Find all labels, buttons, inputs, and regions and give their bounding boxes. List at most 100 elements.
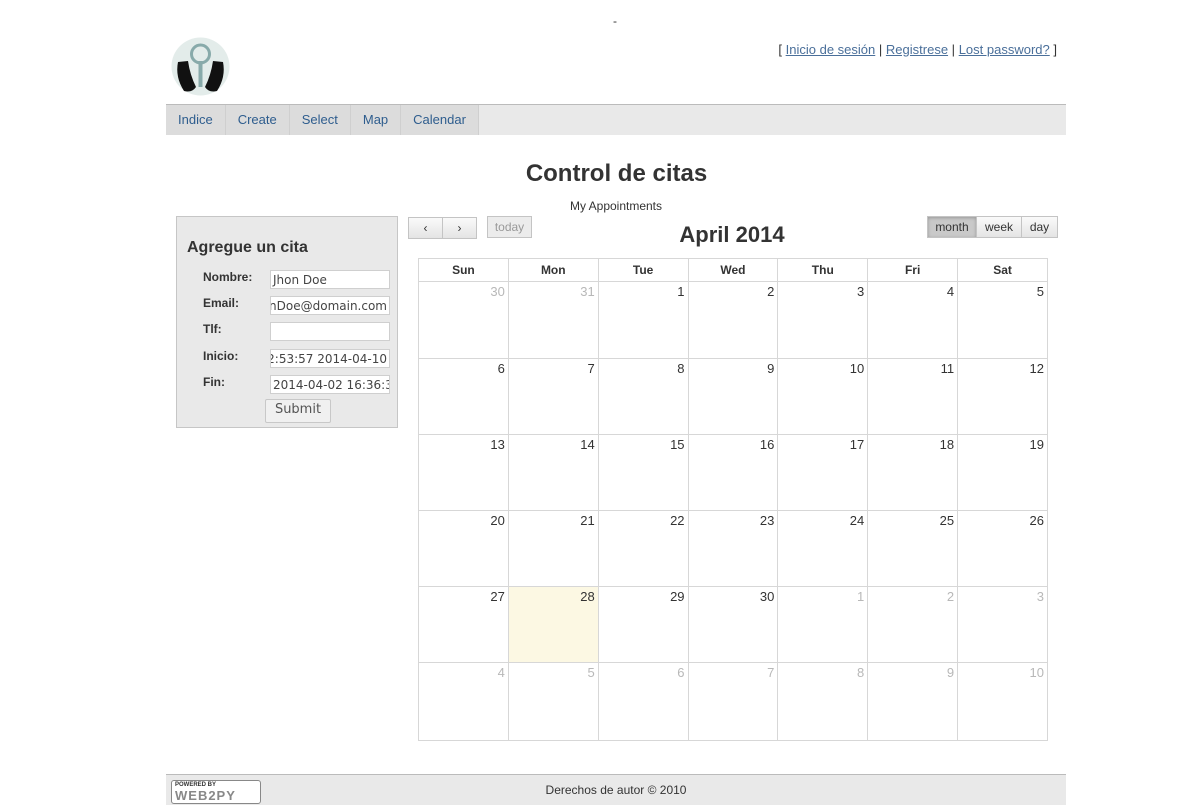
page-title: Control de citas <box>525 160 708 187</box>
calendar-day-cell[interactable]: 30 <box>418 281 509 359</box>
calendar-week-row: 27 28 29 30 1 2 3 <box>418 586 1048 663</box>
calendar-day-cell[interactable]: 27 <box>418 586 509 663</box>
calendar-day-cell[interactable]: 3 <box>777 281 869 359</box>
nombre-label: Nombre: <box>203 270 253 284</box>
calendar-day-cell[interactable]: 20 <box>418 510 509 587</box>
weekday-header: Sat <box>957 258 1048 282</box>
calendar-day-cell[interactable]: 10 <box>777 358 869 435</box>
calendar-day-cell[interactable]: 8 <box>777 662 869 741</box>
weekday-header: Wed <box>687 258 779 282</box>
month-grid: Sun Mon Tue Wed Thu Fri Sat 30 31 1 2 3 4 5 6 7 8… <box>418 258 1048 741</box>
calendar-day-cell[interactable]: 18 <box>867 434 959 511</box>
menu-item-select[interactable]: Select <box>289 105 351 135</box>
fin-input[interactable]: 2014-04-02 16:36:35 <box>270 375 390 394</box>
calendar-day-cell[interactable]: 3 <box>957 586 1048 663</box>
calendar-day-cell[interactable]: 5 <box>957 281 1048 359</box>
email-input[interactable]: JhonDoe@domain.com <box>270 296 390 315</box>
email-label: Email: <box>203 296 240 310</box>
calendar-day-cell[interactable]: 22 <box>597 510 689 587</box>
calendar-day-cell[interactable]: 24 <box>777 510 869 587</box>
weekday-header: Mon <box>507 258 599 282</box>
calendar-day-cell[interactable]: 21 <box>507 510 599 587</box>
header-dash: - <box>613 14 617 28</box>
weekday-header: Thu <box>777 258 869 282</box>
calendar-day-cell[interactable]: 13 <box>418 434 509 511</box>
calendar-week-row: 20 21 22 23 24 25 26 <box>418 510 1048 587</box>
main-menu: Indice Create Select Map Calendar <box>166 104 1066 135</box>
prev-month-button[interactable]: ‹ <box>408 217 443 239</box>
calendar-week-row: 6 7 8 9 10 11 12 <box>418 358 1048 435</box>
today-button[interactable]: today <box>487 216 532 238</box>
calendar-day-cell[interactable]: 5 <box>507 662 599 741</box>
week-view-button[interactable]: week <box>976 216 1022 238</box>
calendar-week-row: 4 5 6 7 8 9 10 <box>418 662 1048 741</box>
bracket-open: [ <box>778 42 783 57</box>
calendar-day-cell[interactable]: 7 <box>507 358 599 435</box>
menu-item-calendar[interactable]: Calendar <box>401 105 479 135</box>
weekday-header-row: Sun Mon Tue Wed Thu Fri Sat <box>418 258 1048 282</box>
calendar-day-cell[interactable]: 4 <box>418 662 509 741</box>
auth-links: [ Inicio de sesión | Registrese | Lost p… <box>778 42 1057 57</box>
calendar-day-cell[interactable]: 15 <box>597 434 689 511</box>
calendar-day-cell[interactable]: 11 <box>867 358 959 435</box>
calendar-day-cell[interactable]: 30 <box>687 586 779 663</box>
calendar-day-cell[interactable]: 23 <box>687 510 779 587</box>
weekday-header: Tue <box>597 258 689 282</box>
calendar-week-row: 13 14 15 16 17 18 19 <box>418 434 1048 511</box>
tlf-label: Tlf: <box>203 322 222 336</box>
calendar-title: April 2014 <box>679 222 785 247</box>
submit-button[interactable]: Submit <box>265 399 331 423</box>
form-row-email: Email: JhonDoe@domain.com <box>177 296 397 318</box>
calendar-day-cell[interactable]: 1 <box>777 586 869 663</box>
calendar-day-cell[interactable]: 9 <box>867 662 959 741</box>
footer: POWERED BY WEB2PY Derechos de autor © 20… <box>166 774 1066 805</box>
calendar-day-cell[interactable]: 14 <box>507 434 599 511</box>
menu-item-map[interactable]: Map <box>350 105 402 135</box>
calendar-day-cell[interactable]: 10 <box>957 662 1048 741</box>
separator: | <box>878 42 883 57</box>
calendar-day-cell[interactable]: 17 <box>777 434 869 511</box>
tlf-input[interactable] <box>270 322 390 341</box>
calendar-day-cell[interactable]: 1 <box>597 281 689 359</box>
bracket-close: ] <box>1053 42 1057 57</box>
calendar-day-cell[interactable]: 2 <box>867 586 959 663</box>
calendar-day-cell[interactable]: 16 <box>687 434 779 511</box>
form-row-nombre: Nombre: Jhon Doe <box>177 270 397 292</box>
lost-password-link[interactable]: Lost password? <box>959 42 1050 57</box>
weekday-header: Fri <box>867 258 959 282</box>
calendar-day-cell[interactable]: 2 <box>687 281 779 359</box>
form-row-tlf: Tlf: <box>177 322 397 344</box>
calendar-day-cell[interactable]: 28 <box>507 586 599 663</box>
menu-item-indice[interactable]: Indice <box>166 105 226 135</box>
login-link[interactable]: Inicio de sesión <box>786 42 876 57</box>
web2py-logo <box>171 37 230 96</box>
form-row-inicio: Inicio: 2014-04-10 12:53:57 <box>177 349 397 371</box>
calendar-day-cell[interactable]: 25 <box>867 510 959 587</box>
weekday-header: Sun <box>418 258 509 282</box>
calendar-day-cell[interactable]: 4 <box>867 281 959 359</box>
calendar-day-cell[interactable]: 6 <box>597 662 689 741</box>
fin-label: Fin: <box>203 375 225 389</box>
calendar-day-cell[interactable]: 12 <box>957 358 1048 435</box>
menu-item-create[interactable]: Create <box>225 105 290 135</box>
calendar-day-cell[interactable]: 29 <box>597 586 689 663</box>
calendar-day-cell[interactable]: 26 <box>957 510 1048 587</box>
calendar-day-cell[interactable]: 19 <box>957 434 1048 511</box>
appointment-form: Agregue un cita Nombre: Jhon Doe Email: … <box>176 216 398 428</box>
day-view-button[interactable]: day <box>1021 216 1058 238</box>
calendar-day-cell[interactable]: 7 <box>687 662 779 741</box>
calendar-week-row: 30 31 1 2 3 4 5 <box>418 281 1048 359</box>
form-heading: Agregue un cita <box>187 239 308 256</box>
inicio-input[interactable]: 2014-04-10 12:53:57 <box>270 349 390 368</box>
month-view-button[interactable]: month <box>927 216 977 238</box>
calendar-day-cell[interactable]: 6 <box>418 358 509 435</box>
calendar-day-cell[interactable]: 9 <box>687 358 779 435</box>
form-row-fin: Fin: 2014-04-02 16:36:35 <box>177 375 397 397</box>
calendar-day-cell[interactable]: 31 <box>507 281 599 359</box>
calendar-day-cell[interactable]: 8 <box>597 358 689 435</box>
register-link[interactable]: Registrese <box>886 42 948 57</box>
nombre-input[interactable]: Jhon Doe <box>270 270 390 289</box>
inicio-label: Inicio: <box>203 349 239 363</box>
next-month-button[interactable]: › <box>442 217 477 239</box>
page-subtitle: My Appointments <box>569 199 663 213</box>
